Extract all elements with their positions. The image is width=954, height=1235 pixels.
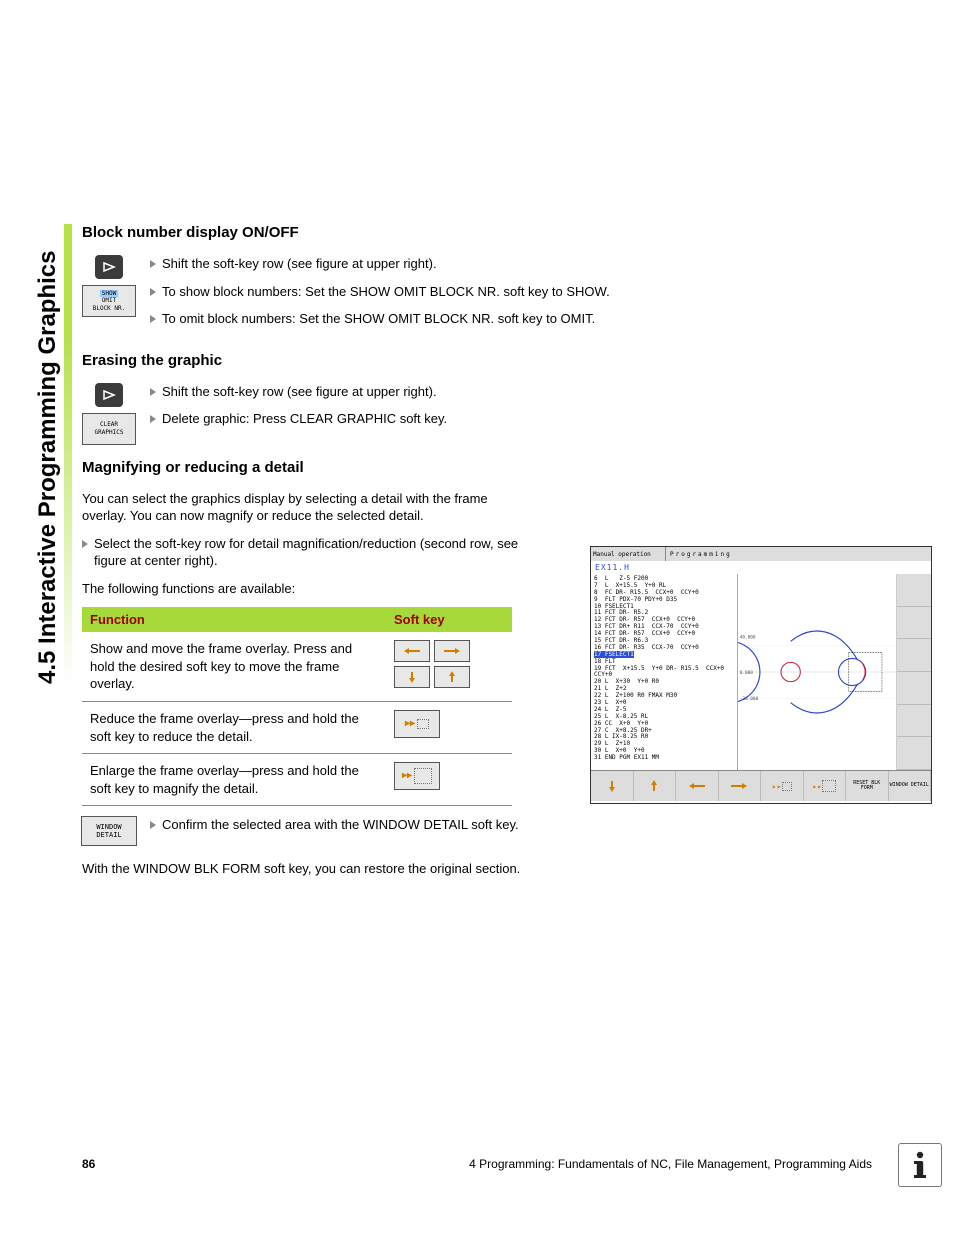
info-icon bbox=[898, 1143, 942, 1187]
step-text: To omit block numbers: Set the SHOW OMIT… bbox=[162, 310, 595, 328]
section-tab-gradient bbox=[64, 224, 72, 684]
paragraph: The following functions are available: bbox=[82, 580, 522, 598]
step-text: Shift the soft-key row (see figure at up… bbox=[162, 383, 437, 401]
softkey-line: BLOCK NR. bbox=[93, 305, 126, 312]
side-softkey[interactable] bbox=[897, 672, 931, 705]
graphics-plot: 40.000 0.000 -30.000 bbox=[738, 574, 897, 770]
reduce-softkey[interactable]: ▸▸ bbox=[394, 710, 440, 738]
paragraph: With the WINDOW BLK FORM soft key, you c… bbox=[82, 860, 522, 878]
bottom-softkey-row: ▸▸ ▸▸ RESET BLK FORM WINDOW DETAIL bbox=[591, 770, 931, 801]
bullet-icon bbox=[150, 388, 156, 396]
step-text: To show block numbers: Set the SHOW OMIT… bbox=[162, 283, 610, 301]
softkey-line: DETAIL bbox=[96, 831, 121, 839]
table-cell-softkeys bbox=[386, 632, 512, 701]
table-cell: Show and move the frame overlay. Press a… bbox=[82, 632, 386, 701]
softkey-line: CLEAR bbox=[100, 421, 118, 428]
page-footer: 86 4 Programming: Fundamentals of NC, Fi… bbox=[82, 1157, 872, 1171]
table-header-function: Function bbox=[82, 607, 386, 632]
mode-left: Manual operation bbox=[591, 547, 666, 561]
bottom-softkey[interactable] bbox=[634, 771, 677, 801]
window-detail-softkey[interactable]: WINDOW DETAIL bbox=[81, 816, 137, 846]
enlarge-softkey[interactable]: ▸▸ bbox=[394, 762, 440, 790]
side-softkey[interactable] bbox=[897, 737, 931, 770]
step-text: Shift the soft-key row (see figure at up… bbox=[162, 255, 437, 273]
program-name: EX11.H bbox=[591, 561, 931, 574]
cnc-screen-figure: Manual operation Programming EX11.H 6 L … bbox=[590, 546, 932, 804]
softkey-line: GRAPHICS bbox=[95, 429, 124, 436]
softkey-line: SHOW bbox=[100, 290, 118, 297]
section-tab: 4.5 Interactive Programming Graphics bbox=[32, 224, 64, 684]
heading-magnifying: Magnifying or reducing a detail bbox=[82, 459, 882, 476]
table-cell: Reduce the frame overlay—press and hold … bbox=[82, 702, 386, 754]
show-omit-blocknr-softkey[interactable]: SHOW OMIT BLOCK NR. bbox=[82, 285, 136, 317]
shift-softkey-row-key[interactable] bbox=[95, 255, 123, 279]
softkey-line: OMIT bbox=[102, 297, 116, 304]
side-softkeys bbox=[897, 574, 931, 770]
clear-graphics-softkey[interactable]: CLEAR GRAPHICS bbox=[82, 413, 136, 445]
function-table: Function Soft key Show and move the fram… bbox=[82, 607, 512, 806]
chapter-title: 4 Programming: Fundamentals of NC, File … bbox=[469, 1157, 872, 1171]
step-text: Delete graphic: Press CLEAR GRAPHIC soft… bbox=[162, 410, 447, 428]
bullet-icon bbox=[150, 260, 156, 268]
side-softkey[interactable] bbox=[897, 574, 931, 607]
bottom-softkey[interactable]: ▸▸ bbox=[804, 771, 847, 801]
svg-text:0.000: 0.000 bbox=[740, 670, 754, 676]
heading-erasing: Erasing the graphic bbox=[82, 352, 882, 369]
paragraph: You can select the graphics display by s… bbox=[82, 490, 522, 525]
bottom-softkey[interactable]: WINDOW DETAIL bbox=[889, 771, 932, 801]
bullet-icon bbox=[82, 540, 88, 548]
move-down-softkey[interactable] bbox=[394, 666, 430, 688]
side-softkey[interactable] bbox=[897, 639, 931, 672]
bullet-icon bbox=[150, 415, 156, 423]
side-softkey[interactable] bbox=[897, 705, 931, 738]
move-left-softkey[interactable] bbox=[394, 640, 430, 662]
heading-block-number: Block number display ON/OFF bbox=[82, 224, 882, 241]
bottom-softkey[interactable] bbox=[719, 771, 762, 801]
mode-right: Programming bbox=[666, 547, 931, 561]
shift-softkey-row-key[interactable] bbox=[95, 383, 123, 407]
table-cell: Enlarge the frame overlay—press and hold… bbox=[82, 754, 386, 806]
bottom-softkey[interactable]: RESET BLK FORM bbox=[846, 771, 889, 801]
move-right-softkey[interactable] bbox=[434, 640, 470, 662]
bullet-icon bbox=[150, 315, 156, 323]
page-number: 86 bbox=[82, 1157, 95, 1171]
table-header-softkey: Soft key bbox=[386, 607, 512, 632]
step-text: Select the soft-key row for detail magni… bbox=[94, 535, 522, 570]
bullet-icon bbox=[150, 288, 156, 296]
softkey-line: WINDOW bbox=[96, 823, 121, 831]
bottom-softkey[interactable] bbox=[591, 771, 634, 801]
move-up-softkey[interactable] bbox=[434, 666, 470, 688]
bullet-icon bbox=[150, 821, 156, 829]
bottom-softkey[interactable] bbox=[676, 771, 719, 801]
svg-text:40.000: 40.000 bbox=[740, 635, 756, 641]
table-cell-softkeys: ▸▸ bbox=[386, 754, 512, 806]
bottom-softkey[interactable]: ▸▸ bbox=[761, 771, 804, 801]
nc-program-listing: 6 L Z-5 F200 7 L X+15.5 Y+0 RL 8 FC DR- … bbox=[591, 574, 738, 770]
step-text: Confirm the selected area with the WINDO… bbox=[162, 816, 519, 834]
table-cell-softkeys: ▸▸ bbox=[386, 702, 512, 754]
side-softkey[interactable] bbox=[897, 607, 931, 640]
